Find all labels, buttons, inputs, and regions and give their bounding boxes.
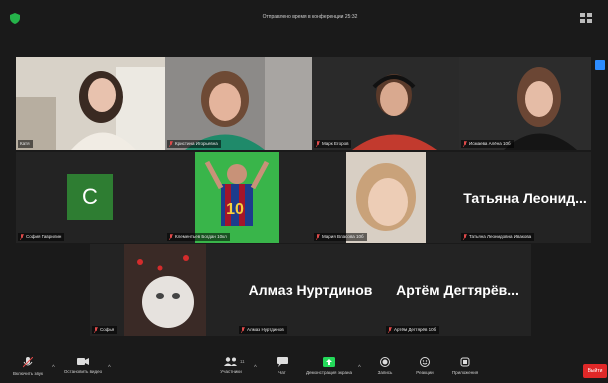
participant-tile[interactable]: Мария Власова 10б <box>312 152 459 243</box>
chevron-up-icon[interactable]: ^ <box>358 365 361 371</box>
smiley-icon <box>420 357 430 367</box>
participants-count: 11 <box>240 359 245 364</box>
participant-display-name: Алмаз Нуртдинов <box>248 282 373 298</box>
mic-muted-icon <box>23 357 33 368</box>
shield-icon[interactable] <box>10 13 20 24</box>
mic-muted-icon <box>388 327 392 333</box>
participant-video <box>16 57 165 150</box>
participant-name-tag: Катя <box>18 140 33 148</box>
participant-name-tag: Мария Власова 10б <box>314 233 367 241</box>
participant-name-tag: Татьяна Леонидовна Ивакова <box>461 233 535 241</box>
participant-tile[interactable]: Софья <box>90 244 237 336</box>
meeting-toolbar: Включить звук ^ Остановить видео ^ Участ… <box>0 353 608 383</box>
participant-video <box>312 57 459 150</box>
chat-icon <box>276 357 288 367</box>
mic-muted-icon <box>169 234 173 240</box>
participant-display-name: Татьяна Леонид... <box>463 189 587 206</box>
avatar: C <box>67 174 113 220</box>
view-grid-icon[interactable] <box>580 13 592 23</box>
mic-muted-icon <box>463 141 467 147</box>
chevron-up-icon[interactable]: ^ <box>254 365 257 371</box>
mic-muted-icon <box>316 141 320 147</box>
participant-video <box>312 152 459 243</box>
participant-tile[interactable]: Татьяна Леонид... Татьяна Леонидовна Ива… <box>459 152 591 243</box>
participant-tile[interactable]: Артём Дегтярёв... Артём Дегтярёв 10б <box>384 244 531 336</box>
participant-tile[interactable]: Алмаз Нуртдинов Алмаз Нуртдинов <box>237 244 384 336</box>
reactions-button[interactable]: Реакции <box>408 357 442 375</box>
mic-muted-icon <box>169 141 173 147</box>
participant-video <box>90 244 237 336</box>
participant-name-tag: Кристина Игорьевна <box>167 140 221 148</box>
participant-name-tag: Артём Дегтярёв 10б <box>386 326 440 334</box>
leave-meeting-button[interactable]: Выйти <box>583 364 607 378</box>
participant-video <box>165 57 312 150</box>
participant-name-tag: Клементьев Богдан 10кл <box>167 233 230 241</box>
participant-name-tag: Софья <box>92 326 118 334</box>
participant-name-tag: София Гаврилин <box>18 233 65 241</box>
mic-muted-icon <box>241 327 245 333</box>
participant-tile[interactable]: Марк Егоров <box>312 57 459 150</box>
chevron-up-icon[interactable]: ^ <box>108 365 111 371</box>
mic-muted-icon <box>463 234 467 240</box>
record-button[interactable]: Запись <box>370 357 400 375</box>
participant-tile[interactable]: 10 Клементьев Богдан 10кл <box>165 152 312 243</box>
video-camera-icon <box>77 358 89 365</box>
participant-video <box>459 57 591 150</box>
participant-tile[interactable]: Катя <box>16 57 165 150</box>
mic-muted-icon <box>316 234 320 240</box>
sidebar-toggle-button[interactable] <box>595 60 605 70</box>
participant-name-tag: Марк Егоров <box>314 140 352 148</box>
svg-text:10: 10 <box>226 201 244 218</box>
mic-muted-icon <box>20 234 24 240</box>
chevron-up-icon[interactable]: ^ <box>52 365 55 371</box>
unmute-button[interactable]: Включить звук <box>6 357 50 376</box>
participant-name-tag: Исмаева Алёна 10б <box>461 140 514 148</box>
stop-video-button[interactable]: Остановить видео <box>60 357 106 374</box>
participant-name-tag: Алмаз Нуртдинов <box>239 326 287 334</box>
mic-muted-icon <box>94 327 98 333</box>
record-icon <box>380 357 390 367</box>
participant-display-name: Артём Дегтярёв... <box>396 282 519 298</box>
participants-icon <box>224 357 237 366</box>
apps-icon <box>460 357 470 367</box>
share-screen-icon <box>323 357 335 367</box>
apps-button[interactable]: Приложения <box>444 357 486 375</box>
participants-button[interactable]: Участники <box>210 357 252 374</box>
chat-button[interactable]: Чат <box>268 357 296 375</box>
participant-video: 10 <box>165 152 312 243</box>
participant-tile[interactable]: Кристина Игорьевна <box>165 57 312 150</box>
participant-tile[interactable]: Исмаева Алёна 10б <box>459 57 591 150</box>
meeting-top-bar: Отправлено время в конференции 25:32 <box>0 0 608 38</box>
recording-time: Отправлено время в конференции 25:32 <box>262 14 358 20</box>
share-screen-button[interactable]: Демонстрация экрана <box>300 357 358 375</box>
